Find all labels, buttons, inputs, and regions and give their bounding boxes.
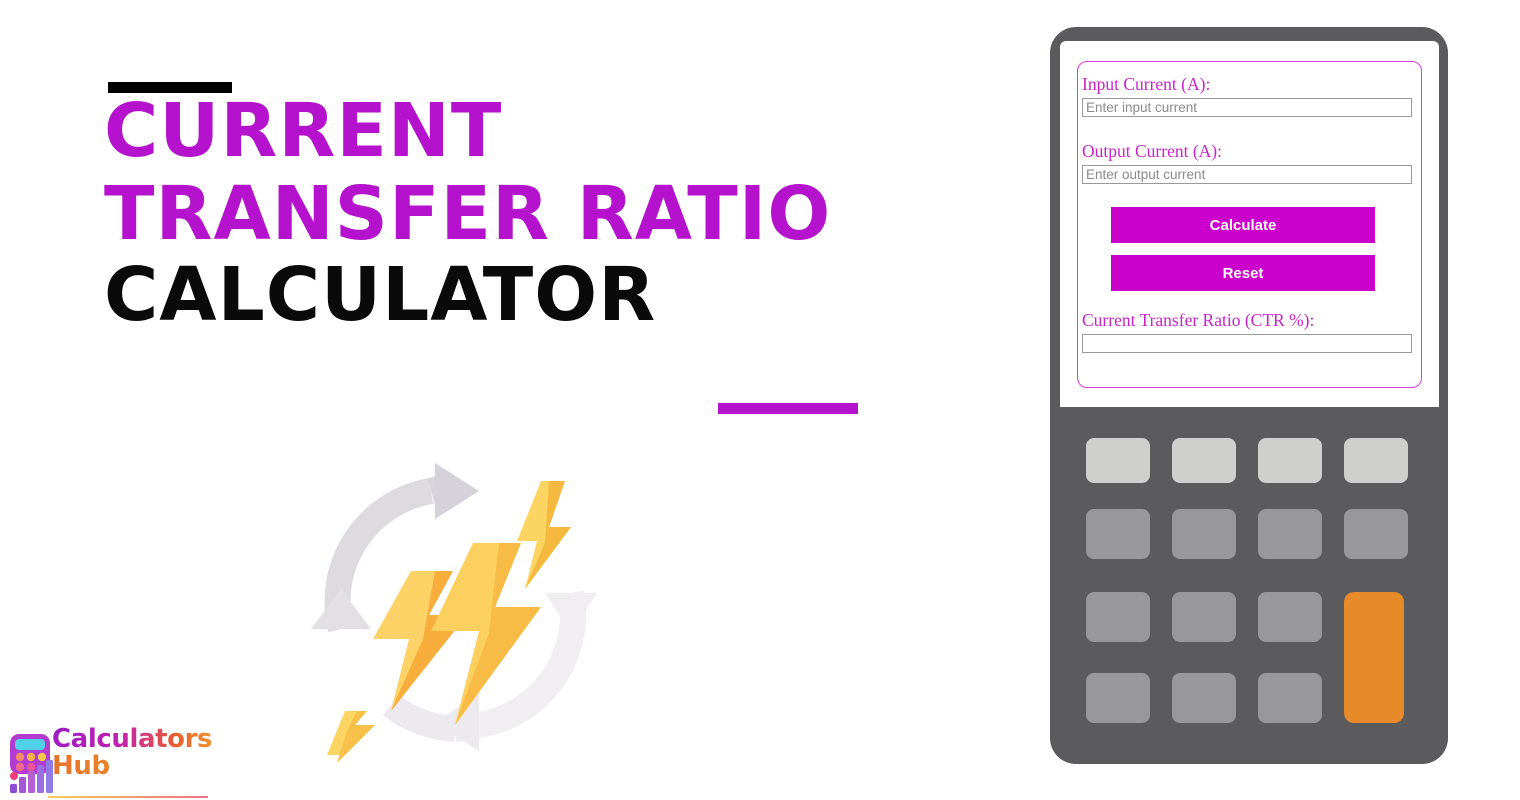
key-r3c3[interactable] <box>1258 592 1322 642</box>
input-current-field-group: Input Current (A): <box>1082 74 1412 117</box>
brand-word-hub: Hub <box>52 752 212 780</box>
ctr-result-group: Current Transfer Ratio (CTR %): <box>1082 310 1412 353</box>
key-r3c2[interactable] <box>1172 592 1236 642</box>
brand-word-calculators: Calculators <box>52 724 213 754</box>
ctr-result-label: Current Transfer Ratio (CTR %): <box>1082 310 1315 330</box>
poster-canvas: CURRENT TRANSFER RATIO CALCULATOR Calcul… <box>0 0 1520 800</box>
key-equals-tall[interactable] <box>1344 592 1404 723</box>
reset-button[interactable]: Reset <box>1111 255 1375 291</box>
output-current-label: Output Current (A): <box>1082 141 1222 161</box>
input-current-label: Input Current (A): <box>1082 74 1211 94</box>
ctr-result-output[interactable] <box>1082 334 1412 353</box>
brand-logo-text: Calculators Hub <box>52 724 213 780</box>
title-bottom-rule <box>718 403 858 414</box>
key-r1c2[interactable] <box>1172 438 1236 483</box>
key-r2c3[interactable] <box>1258 509 1322 559</box>
title-line-3: CALCULATOR <box>104 252 657 339</box>
brand-logo-underline <box>48 796 208 798</box>
output-current-field-group: Output Current (A): <box>1082 141 1412 184</box>
page-title: CURRENT TRANSFER RATIO CALCULATOR <box>104 88 944 339</box>
title-line-2: TRANSFER RATIO <box>104 171 832 258</box>
key-r2c2[interactable] <box>1172 509 1236 559</box>
calculator-keypad <box>1086 438 1408 726</box>
calculate-button[interactable]: Calculate <box>1111 207 1375 243</box>
title-line-1: CURRENT <box>104 88 503 174</box>
lightning-bolts-cycle-icon <box>283 443 623 763</box>
key-r3c1[interactable] <box>1086 592 1150 642</box>
key-r4c2[interactable] <box>1172 673 1236 723</box>
key-r4c1[interactable] <box>1086 673 1150 723</box>
key-r1c3[interactable] <box>1258 438 1322 483</box>
brand-logo[interactable]: Calculators Hub <box>4 726 214 800</box>
key-r2c4[interactable] <box>1344 509 1408 559</box>
key-r2c1[interactable] <box>1086 509 1150 559</box>
input-current-input[interactable] <box>1082 98 1412 117</box>
key-r1c4[interactable] <box>1344 438 1408 483</box>
output-current-input[interactable] <box>1082 165 1412 184</box>
key-r4c3[interactable] <box>1258 673 1322 723</box>
key-r1c1[interactable] <box>1086 438 1150 483</box>
